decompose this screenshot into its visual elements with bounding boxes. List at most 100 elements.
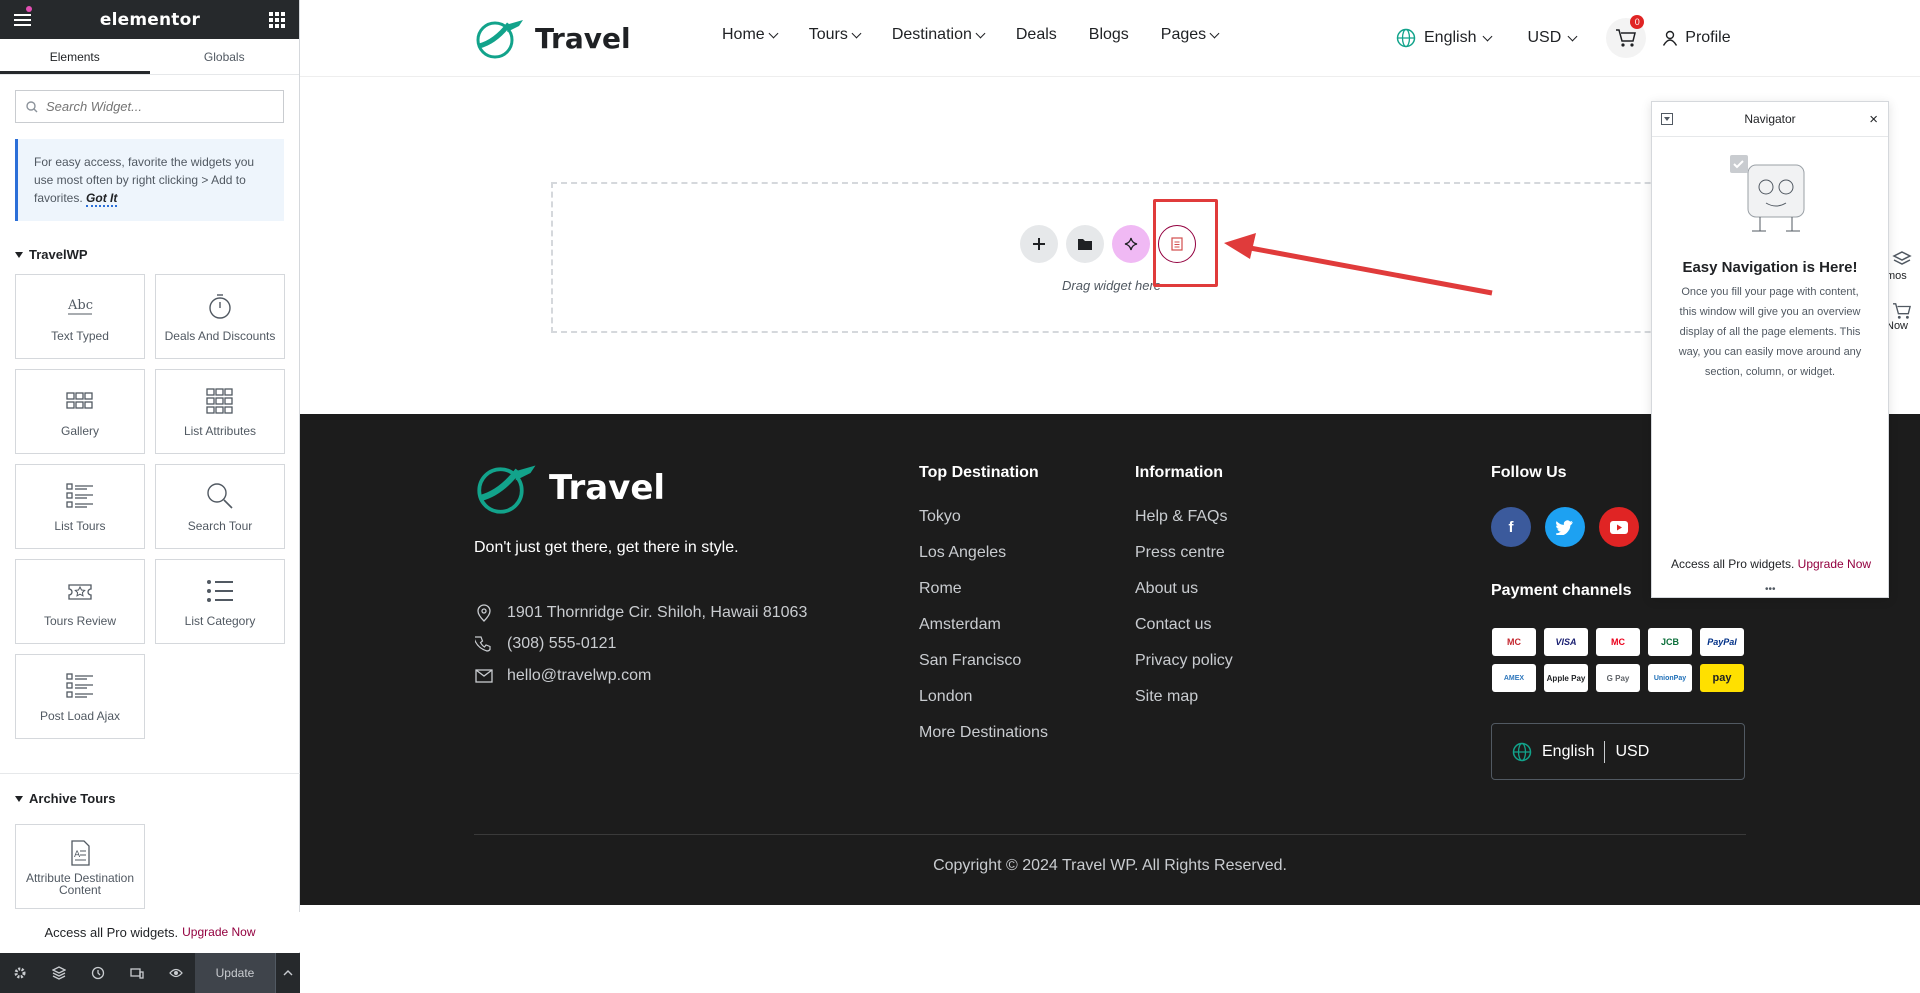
information-link[interactable]: Contact us: [1135, 614, 1233, 636]
information-link[interactable]: Site map: [1135, 686, 1233, 708]
widget-label: Text Typed: [51, 328, 109, 343]
nav-destination[interactable]: Destination: [892, 26, 986, 44]
twitter-icon[interactable]: [1545, 507, 1585, 547]
category-travelwp[interactable]: TravelWP: [0, 247, 299, 262]
annotation-highlight-box: [1153, 199, 1218, 287]
widget-label: Deals And Discounts: [164, 328, 276, 343]
payment-badge: MC: [1492, 628, 1536, 656]
widget-search-tour[interactable]: Search Tour: [155, 464, 285, 549]
widgets-grid-icon[interactable]: [268, 11, 285, 28]
preview-eye-icon[interactable]: [156, 953, 195, 993]
widget-list-tours[interactable]: List Tours: [15, 464, 145, 549]
widget-post-load-ajax[interactable]: Post Load Ajax: [15, 654, 145, 739]
language-selector[interactable]: English: [1396, 28, 1493, 48]
search-input[interactable]: [46, 99, 266, 114]
destination-link[interactable]: London: [919, 686, 1048, 708]
category-archive-tours[interactable]: Archive Tours: [0, 791, 130, 806]
information-link[interactable]: Privacy policy: [1135, 650, 1233, 672]
payment-badge: UnionPay: [1648, 664, 1692, 692]
widget-deals-and-discounts[interactable]: Deals And Discounts: [155, 274, 285, 359]
search-icon: [207, 482, 233, 509]
location-pin-icon: [477, 604, 491, 622]
information-link[interactable]: About us: [1135, 578, 1233, 600]
widget-list-category[interactable]: List Category: [155, 559, 285, 644]
widget-list-attributes[interactable]: List Attributes: [155, 369, 285, 454]
history-icon[interactable]: [78, 953, 117, 993]
destination-link[interactable]: Rome: [919, 578, 1048, 600]
information-link[interactable]: Help & FAQs: [1135, 506, 1233, 528]
currency-selector[interactable]: USD: [1527, 29, 1578, 47]
settings-gear-icon[interactable]: [0, 953, 39, 993]
resize-grip-icon[interactable]: •••: [1765, 584, 1776, 595]
social-links: f: [1491, 507, 1639, 547]
nav-blogs[interactable]: Blogs: [1089, 26, 1129, 44]
nav-label: Pages: [1160, 26, 1207, 43]
add-template-button[interactable]: [1066, 225, 1104, 263]
payment-methods: MC VISA MC JCB PayPal AMEX Apple Pay G P…: [1492, 628, 1744, 692]
destination-link[interactable]: More Destinations: [919, 722, 1048, 744]
list-tours-icon: [66, 482, 93, 508]
navigator-header[interactable]: Navigator ×: [1652, 102, 1888, 137]
footer-tagline: Don't just get there, get there in style…: [474, 539, 739, 556]
navigator-title: Navigator: [1744, 112, 1796, 126]
widget-text-typed[interactable]: Abc Text Typed: [15, 274, 145, 359]
ai-assistant-button[interactable]: [1112, 225, 1150, 263]
payment-badge: AMEX: [1492, 664, 1536, 692]
responsive-mode-icon[interactable]: [117, 953, 156, 993]
profile-link[interactable]: Profile: [1662, 29, 1731, 47]
upgrade-now-link[interactable]: Upgrade Now: [1798, 557, 1871, 571]
close-icon[interactable]: ×: [1869, 111, 1878, 128]
nav-tours[interactable]: Tours: [809, 26, 862, 44]
destination-link[interactable]: Amsterdam: [919, 614, 1048, 636]
follow-us-title: Follow Us: [1491, 464, 1567, 481]
panel-header: elementor: [0, 0, 299, 39]
destination-link[interactable]: Los Angeles: [919, 542, 1048, 564]
widget-label: List Tours: [54, 518, 106, 533]
menu-icon[interactable]: [14, 11, 31, 29]
update-button[interactable]: Update: [195, 953, 275, 993]
chevron-down-icon: [851, 28, 862, 38]
tab-globals[interactable]: Globals: [150, 39, 300, 74]
layers-icon[interactable]: [39, 953, 78, 993]
nav-label: Home: [722, 26, 765, 43]
widget-tours-review[interactable]: Tours Review: [15, 559, 145, 644]
category-title: Archive Tours: [29, 791, 116, 806]
top-destination-title: Top Destination: [919, 464, 1039, 481]
nav-pages[interactable]: Pages: [1160, 26, 1220, 44]
footer-email[interactable]: hello@travelwp.com: [475, 667, 651, 685]
add-section-button[interactable]: [1020, 225, 1058, 263]
widget-gallery[interactable]: Gallery: [15, 369, 145, 454]
footer-language-currency[interactable]: English USD: [1491, 723, 1745, 780]
nav-home[interactable]: Home: [722, 26, 779, 44]
cart-icon: [1893, 303, 1911, 319]
svg-text:Abc: Abc: [67, 298, 93, 313]
cart-button[interactable]: 0: [1606, 15, 1647, 58]
chevron-up-icon[interactable]: [275, 953, 300, 993]
nav-deals[interactable]: Deals: [1016, 26, 1057, 44]
globe-plane-logo-icon: [476, 20, 523, 59]
youtube-icon[interactable]: [1599, 507, 1639, 547]
destination-link[interactable]: Tokyo: [919, 506, 1048, 528]
user-icon: [1663, 30, 1678, 46]
collapse-toggle-icon[interactable]: [1661, 113, 1673, 125]
footer-logo[interactable]: Travel: [473, 460, 665, 516]
footer-brand-name: Travel: [549, 468, 666, 508]
upgrade-now-link[interactable]: Upgrade Now: [182, 925, 255, 939]
destination-link[interactable]: San Francisco: [919, 650, 1048, 672]
information-list: Help & FAQs Press centre About us Contac…: [1135, 506, 1233, 708]
widget-attribute-destination-content[interactable]: A Attribute Destination Content: [15, 824, 145, 909]
nav-label: Deals: [1015, 26, 1057, 43]
site-logo[interactable]: Travel: [473, 16, 631, 60]
widget-label: List Category: [184, 613, 256, 628]
information-link[interactable]: Press centre: [1135, 542, 1233, 564]
chevron-down-icon: [975, 28, 986, 38]
facebook-icon[interactable]: f: [1491, 507, 1531, 547]
got-it-link[interactable]: Got It: [86, 191, 118, 207]
tab-elements[interactable]: Elements: [0, 39, 150, 74]
footer-phone[interactable]: (308) 555-0121: [475, 635, 616, 653]
payment-badge: JCB: [1648, 628, 1692, 656]
globe-icon: [1512, 742, 1532, 761]
site-brand-name: Travel: [535, 21, 631, 55]
chevron-down-icon: [1209, 28, 1220, 38]
widget-label: Post Load Ajax: [39, 708, 121, 723]
